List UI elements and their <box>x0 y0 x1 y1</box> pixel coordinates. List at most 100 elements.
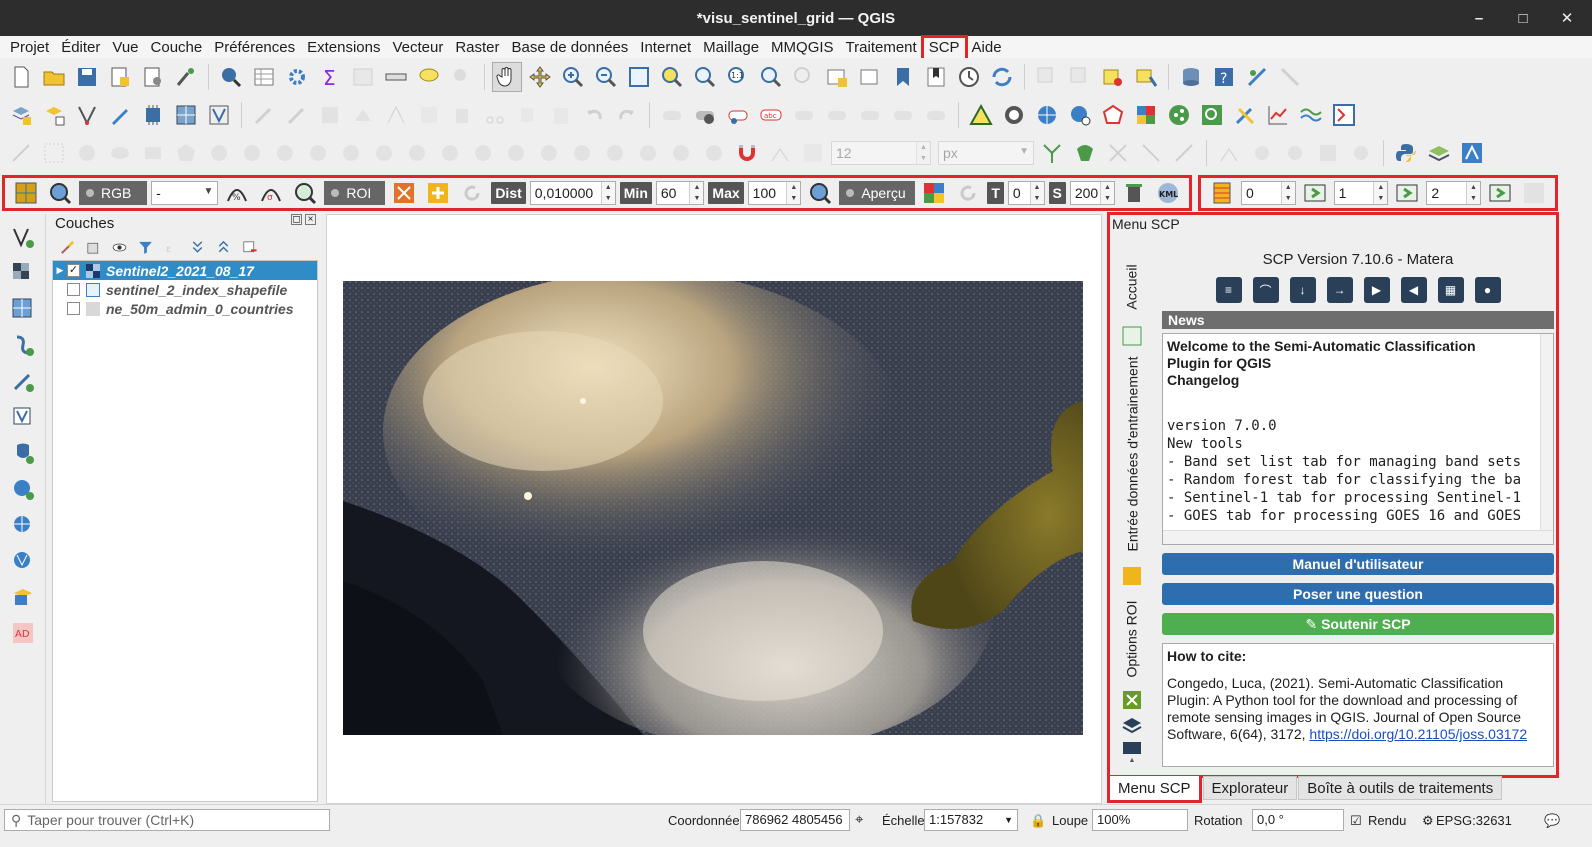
band-3-spinbox[interactable]: 2 ▲ ▼ <box>1426 181 1482 205</box>
close-button[interactable]: ✕ <box>1556 7 1578 29</box>
layer-checkbox[interactable]: ✓ <box>67 264 80 277</box>
band-calc-icon[interactable]: ▦ <box>1437 277 1464 303</box>
scale-combo[interactable]: 1:157832 ▼ <box>924 809 1018 831</box>
label-highlight-icon[interactable] <box>690 100 720 130</box>
float-panel-button[interactable]: ◻ <box>291 214 302 225</box>
plugin-icon[interactable] <box>1242 62 1272 92</box>
menu-maillage[interactable]: Maillage <box>697 37 765 59</box>
redo-roi-icon[interactable] <box>457 178 487 208</box>
topology-icon[interactable] <box>1247 138 1277 168</box>
zoom-full-icon[interactable] <box>624 62 654 92</box>
tools-icon[interactable] <box>1230 100 1260 130</box>
tools-tab-icon[interactable] <box>1120 739 1144 757</box>
shape-poly-icon[interactable] <box>171 138 201 168</box>
waves-icon[interactable] <box>1296 100 1326 130</box>
add-gpx-icon[interactable] <box>8 366 38 396</box>
add-ring-icon[interactable] <box>336 138 366 168</box>
menu-extensions[interactable]: Extensions <box>301 37 386 59</box>
table-icon[interactable] <box>348 62 378 92</box>
log-messages-icon[interactable]: 💬 <box>1544 813 1560 829</box>
zoom-native-icon[interactable]: 1:1 <box>723 62 753 92</box>
node-tool-icon[interactable] <box>381 100 411 130</box>
menu-scp[interactable]: SCP <box>920 35 968 61</box>
rgb-toggle[interactable]: RGB = <box>79 181 148 225</box>
postprocessing-icon[interactable]: ◀ <box>1400 277 1427 303</box>
kml-icon[interactable]: KML <box>1153 178 1183 208</box>
merge-features-icon[interactable] <box>633 138 663 168</box>
python-console-icon[interactable] <box>1391 138 1421 168</box>
zoom-preview-icon[interactable] <box>805 178 835 208</box>
tabs-scroll-up[interactable]: ▲ <box>1122 757 1142 767</box>
scp-dock-icon[interactable] <box>11 178 41 208</box>
expression-filter-icon[interactable]: ε <box>160 236 182 258</box>
expand-arrow-icon[interactable]: ▶ <box>53 265 67 276</box>
plugin-disabled-icon[interactable] <box>1275 62 1305 92</box>
minimize-button[interactable]: – <box>1468 7 1490 29</box>
menu-traitement[interactable]: Traitement <box>840 37 923 59</box>
label-tool-icon[interactable] <box>657 100 687 130</box>
spectral-plot-icon[interactable]: ⌒ <box>1252 277 1279 303</box>
scale-feature-icon[interactable] <box>270 138 300 168</box>
s-spinbox[interactable]: 200 ▲ ▼ <box>1069 181 1115 205</box>
processing-chip-icon[interactable] <box>138 100 168 130</box>
menu-base-de-donnees[interactable]: Base de données <box>506 37 635 59</box>
edit-pencil-icon[interactable] <box>282 100 312 130</box>
band-1-spinbox[interactable]: 0 ▲ ▼ <box>1241 181 1296 205</box>
cut-icon[interactable] <box>480 100 510 130</box>
georeferencer-icon[interactable] <box>1457 138 1487 168</box>
style-manager-icon[interactable] <box>171 62 201 92</box>
local-std-stretch-icon[interactable]: σ <box>256 178 286 208</box>
vertex-edit-icon[interactable] <box>1037 138 1067 168</box>
add-delimited-text-icon[interactable] <box>8 330 38 360</box>
band-grid-icon[interactable] <box>1519 178 1549 208</box>
digitizing-icon[interactable] <box>6 138 36 168</box>
digitize-vertex-icon[interactable] <box>72 100 102 130</box>
trim-icon[interactable] <box>1136 138 1166 168</box>
new-print-layout-icon[interactable] <box>105 62 135 92</box>
font-size-spinbox[interactable]: 12 ▲ ▼ <box>831 141 931 165</box>
classification-preview-icon[interactable] <box>919 178 949 208</box>
new-3d-view-icon[interactable] <box>855 62 885 92</box>
user-manual-button[interactable]: Manuel d'utilisateur <box>1162 553 1554 575</box>
save-project-icon[interactable] <box>72 62 102 92</box>
select-value-icon[interactable] <box>1065 62 1095 92</box>
coord-toggle-icon[interactable]: ⌖ <box>855 811 863 828</box>
label-show-icon[interactable] <box>822 100 852 130</box>
layer-checkbox[interactable] <box>67 283 80 296</box>
share-icon[interactable] <box>1164 100 1194 130</box>
select-features-icon[interactable] <box>1032 62 1062 92</box>
menu-couche[interactable]: Couche <box>145 37 209 59</box>
new-map-view-icon[interactable] <box>822 62 852 92</box>
measure-icon[interactable] <box>381 62 411 92</box>
show-bookmarks-icon[interactable] <box>921 62 951 92</box>
band-2-next-icon[interactable] <box>1392 178 1422 208</box>
menu-aide[interactable]: Aide <box>966 37 1008 59</box>
merge-attributes-icon[interactable] <box>666 138 696 168</box>
add-postgis-icon[interactable] <box>8 438 38 468</box>
scp-plugin-icon[interactable] <box>1131 100 1161 130</box>
collapse-all-icon[interactable] <box>212 236 234 258</box>
tab-processing-toolbox[interactable]: Boîte à outils de traitements <box>1298 776 1503 800</box>
visibility-eye-icon[interactable] <box>108 236 130 258</box>
roi-options-tab-icon[interactable] <box>1120 689 1144 711</box>
label-pin-icon[interactable] <box>723 100 753 130</box>
map-canvas[interactable] <box>326 214 1102 804</box>
locator-search[interactable]: ⚲ Taper pour trouver (Ctrl+K) <box>4 809 330 831</box>
add-feature-icon[interactable] <box>348 100 378 130</box>
processing-icon[interactable]: ▶ <box>1363 277 1390 303</box>
roi-toggle[interactable]: ROI <box>324 181 386 205</box>
band-3-next-icon[interactable] <box>1485 178 1515 208</box>
bookmark-icon[interactable] <box>888 62 918 92</box>
new-project-icon[interactable] <box>6 62 36 92</box>
delete-selected-icon[interactable] <box>447 100 477 130</box>
statistics-sigma-icon[interactable]: Σ <box>315 62 345 92</box>
tab-accueil[interactable]: Accueil <box>1120 249 1144 325</box>
lock-scale-icon[interactable]: 🔒 <box>1030 813 1046 829</box>
max-spinbox[interactable]: 100 ▲ ▼ <box>747 181 802 205</box>
add-mesh-icon[interactable] <box>8 294 38 324</box>
render-checkbox[interactable]: ☑ <box>1350 813 1362 829</box>
grid-icon[interactable] <box>171 100 201 130</box>
layer-checkbox[interactable] <box>67 302 80 315</box>
copy-icon[interactable] <box>513 100 543 130</box>
rgb-combo[interactable]: - ▼ <box>151 181 219 205</box>
